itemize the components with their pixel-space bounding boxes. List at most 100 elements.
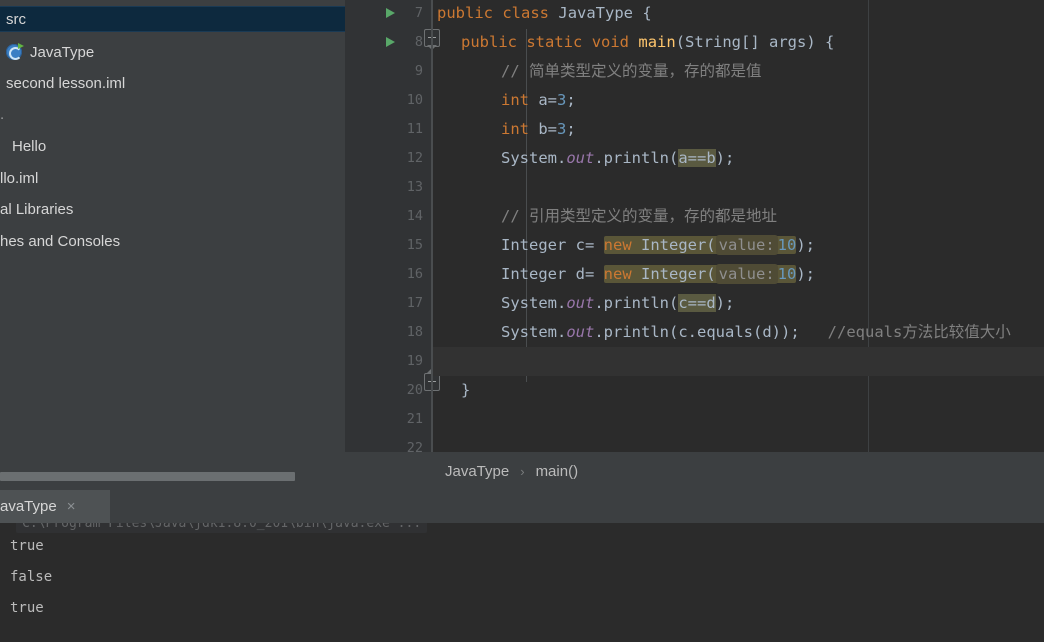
code-line-10[interactable]: int a=3; xyxy=(433,86,1044,115)
line-number: 21 xyxy=(406,411,423,427)
code-line-20[interactable]: } xyxy=(433,376,1044,405)
sidebar-item-label: Hello xyxy=(12,137,47,155)
sidebar-item-hello[interactable]: Hello xyxy=(0,133,345,159)
line-number: 16 xyxy=(406,266,423,282)
sidebar-item-label: second lesson.iml xyxy=(6,74,126,92)
type-int: int xyxy=(501,120,529,138)
kw-public: public xyxy=(437,4,493,22)
kw-new: new xyxy=(603,265,632,283)
sidebar-item-label: JavaType xyxy=(30,43,95,61)
println-call: .println( xyxy=(594,294,679,312)
kw-new: new xyxy=(603,236,632,254)
line-number: 12 xyxy=(406,150,423,166)
field-out: out xyxy=(566,323,595,341)
type-int: int xyxy=(501,91,529,109)
expression-a-eq-b: a==b xyxy=(678,149,716,167)
param-hint-value: value: xyxy=(715,264,778,284)
sidebar-item-partial-marker: . xyxy=(0,106,5,123)
line-number: 15 xyxy=(406,237,423,253)
class-name: JavaType xyxy=(558,4,634,22)
breadcrumb-class[interactable]: JavaType xyxy=(445,463,509,480)
sidebar-item-label: llo.iml xyxy=(0,169,39,187)
kw-void: void xyxy=(591,33,630,51)
call-close: ); xyxy=(780,323,800,341)
close-icon[interactable]: × xyxy=(67,499,76,514)
ctor-integer: Integer( xyxy=(631,265,716,283)
run-tab-javatype[interactable]: avaType × xyxy=(0,490,110,523)
open-brace: { xyxy=(642,4,652,22)
project-tree-panel[interactable]: src JavaType second lesson.iml . Hello l… xyxy=(0,0,345,470)
var-decl-a: a= xyxy=(529,91,557,109)
code-line-17[interactable]: System.out.println(c==d); xyxy=(433,289,1044,318)
code-line-22[interactable] xyxy=(433,434,1044,452)
sidebar-item-src[interactable]: src xyxy=(0,6,345,32)
call-close: ); xyxy=(796,236,815,254)
run-class-gutter-icon[interactable] xyxy=(386,8,395,18)
line-number: 18 xyxy=(406,324,423,340)
run-tab-bar[interactable]: avaType × xyxy=(0,490,1044,523)
sidebar-item-external-libraries[interactable]: al Libraries xyxy=(0,196,345,222)
param-hint-value: value: xyxy=(715,235,778,255)
ctor-integer: Integer( xyxy=(631,236,716,254)
code-line-14[interactable]: // 引用类型定义的变量，存的都是地址 xyxy=(433,202,1044,231)
scrollbar-thumb[interactable] xyxy=(0,472,295,481)
line-number: 17 xyxy=(406,295,423,311)
editor-gutter[interactable]: 7 8 9 10 11 12 13 14 15 16 17 18 19 20 2… xyxy=(345,0,440,452)
call-close: ); xyxy=(715,149,735,167)
sidebar-item-label: hes and Consoles xyxy=(0,232,121,250)
sidebar-item-scratches-and-consoles[interactable]: hes and Consoles xyxy=(0,228,345,254)
semicolon: ; xyxy=(566,91,576,109)
sidebar-item-second-lesson-iml[interactable]: second lesson.iml xyxy=(0,70,345,96)
run-tab-label: avaType xyxy=(0,498,57,515)
chevron-right-icon: › xyxy=(520,463,525,479)
line-number: 10 xyxy=(406,92,423,108)
system-ref: System. xyxy=(501,149,567,167)
code-line-11[interactable]: int b=3; xyxy=(433,115,1044,144)
line-number: 14 xyxy=(406,208,423,224)
run-tool-window: avaType × C:\Program Files\Java\jdk1.8.0… xyxy=(0,490,1044,642)
literal-3: 3 xyxy=(557,120,567,138)
breadcrumb-method[interactable]: main() xyxy=(536,463,579,480)
console-output[interactable]: C:\Program Files\Java\jdk1.8.0_201\bin\j… xyxy=(0,523,1044,642)
run-method-gutter-icon[interactable] xyxy=(386,37,395,47)
code-line-8[interactable]: public static void main(String[] args) { xyxy=(433,28,1044,57)
call-close: ); xyxy=(796,265,815,283)
comment-simple-types: // 简单类型定义的变量，存的都是值 xyxy=(501,62,762,80)
code-text-area[interactable]: public class JavaType { public static vo… xyxy=(433,0,1044,452)
breadcrumb[interactable]: JavaType › main() xyxy=(345,452,1044,490)
code-line-12[interactable]: System.out.println(a==b); xyxy=(433,144,1044,173)
sidebar-item-hello-iml[interactable]: llo.iml xyxy=(0,165,345,191)
var-decl-b: b= xyxy=(529,120,557,138)
literal-3: 3 xyxy=(557,91,567,109)
sidebar-item-label: src xyxy=(6,10,26,28)
comment-reference-types: // 引用类型定义的变量，存的都是地址 xyxy=(501,207,777,225)
code-line-21[interactable] xyxy=(433,405,1044,434)
kw-static: static xyxy=(526,33,583,51)
code-line-15[interactable]: Integer c= new Integer(value: 10); xyxy=(433,231,1044,260)
code-line-16[interactable]: Integer d= new Integer(value: 10); xyxy=(433,260,1044,289)
code-line-13[interactable] xyxy=(433,173,1044,202)
line-number: 20 xyxy=(406,382,423,398)
code-line-9[interactable]: // 简单类型定义的变量，存的都是值 xyxy=(433,57,1044,86)
java-class-icon xyxy=(6,42,24,61)
line-number: 11 xyxy=(406,121,423,137)
console-command-line: C:\Program Files\Java\jdk1.8.0_201\bin\j… xyxy=(16,523,428,533)
open-brace: { xyxy=(825,33,835,51)
code-line-7[interactable]: public class JavaType { xyxy=(433,0,1044,28)
field-out: out xyxy=(566,294,595,312)
literal-10: 10 xyxy=(777,265,797,283)
sidebar-horizontal-scrollbar[interactable] xyxy=(0,471,345,482)
comment-equals-note: //equals方法比较值大小 xyxy=(827,323,1011,341)
code-editor[interactable]: 7 8 9 10 11 12 13 14 15 16 17 18 19 20 2… xyxy=(345,0,1044,452)
line-number: 9 xyxy=(414,63,423,79)
code-line-18[interactable]: System.out.println(c.equals(d)); //equal… xyxy=(433,318,1044,347)
code-line-19[interactable] xyxy=(433,347,1044,376)
var-decl-c: Integer c= xyxy=(501,236,604,254)
field-out: out xyxy=(566,149,595,167)
sidebar-item-label: al Libraries xyxy=(0,200,74,218)
kw-public: public xyxy=(461,33,517,51)
semicolon: ; xyxy=(566,120,576,138)
sidebar-item-javatype[interactable]: JavaType xyxy=(0,39,345,65)
line-number: 22 xyxy=(406,440,423,452)
println-call: .println( xyxy=(594,323,679,341)
